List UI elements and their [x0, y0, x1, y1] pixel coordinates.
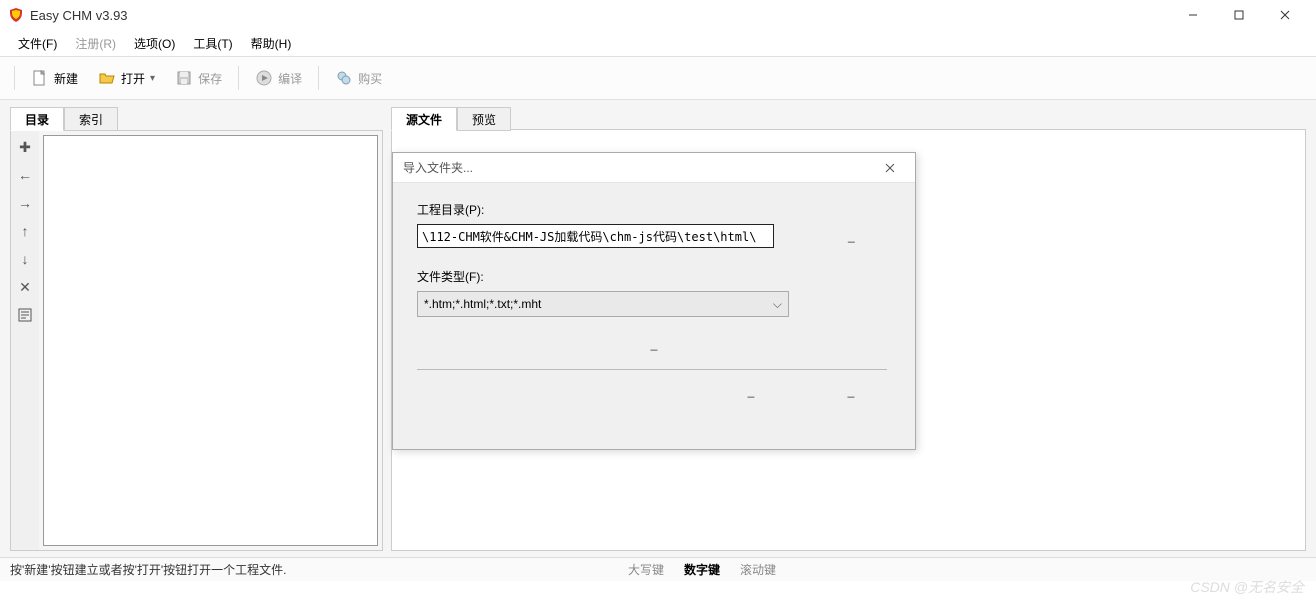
- menu-register[interactable]: 注册(R): [67, 32, 124, 55]
- open-folder-icon: [98, 69, 116, 87]
- delete-icon[interactable]: ✕: [15, 277, 35, 297]
- compile-play-icon: [255, 69, 273, 87]
- dialog-titlebar[interactable]: 导入文件夹...: [393, 153, 915, 183]
- include-subdir-checkbox[interactable]: _: [417, 337, 891, 351]
- compile-button[interactable]: 编译: [247, 64, 310, 92]
- left-panel: 目录 索引 ✚ ← → ↑ ↓ ✕: [10, 106, 383, 551]
- project-dir-label: 工程目录(P):: [417, 201, 891, 218]
- window-titlebar: Easy CHM v3.93: [0, 0, 1316, 30]
- dialog-separator: [417, 369, 887, 370]
- left-tabs: 目录 索引: [10, 106, 383, 130]
- arrow-left-icon[interactable]: ←: [15, 165, 35, 185]
- status-hint: 按'新建'按钮建立或者按'打开'按钮打开一个工程文件.: [10, 561, 618, 578]
- browse-button[interactable]: _: [812, 229, 891, 243]
- new-file-icon: [31, 69, 49, 87]
- menu-options[interactable]: 选项(O): [126, 32, 183, 55]
- window-minimize-button[interactable]: [1170, 0, 1216, 30]
- buy-button[interactable]: 购买: [327, 64, 390, 92]
- dropdown-arrow-icon[interactable]: ▾: [150, 73, 155, 84]
- filetype-label: 文件类型(F):: [417, 268, 891, 285]
- scrolllock-indicator: 滚动键: [730, 561, 786, 578]
- buy-button-label: 购买: [358, 70, 382, 87]
- right-tabs: 源文件 预览: [391, 106, 1306, 130]
- new-button-label: 新建: [54, 70, 78, 87]
- toc-tree[interactable]: [43, 135, 378, 546]
- window-title: Easy CHM v3.93: [30, 8, 1170, 23]
- new-button[interactable]: 新建: [23, 64, 86, 92]
- window-maximize-button[interactable]: [1216, 0, 1262, 30]
- toolbar-separator: [238, 66, 239, 90]
- filetype-value: *.htm;*.html;*.txt;*.mht: [424, 297, 541, 311]
- dialog-title: 导入文件夹...: [403, 159, 875, 176]
- capslock-indicator: 大写键: [618, 561, 674, 578]
- menu-tools[interactable]: 工具(T): [185, 32, 240, 55]
- buy-cart-icon: [335, 69, 353, 87]
- toolbar-separator: [14, 66, 15, 90]
- statusbar: 按'新建'按钮建立或者按'打开'按钮打开一个工程文件. 大写键 数字键 滚动键: [0, 557, 1316, 581]
- tab-source[interactable]: 源文件: [391, 107, 457, 131]
- menu-help[interactable]: 帮助(H): [243, 32, 300, 55]
- properties-icon[interactable]: [15, 305, 35, 325]
- toolbar: 新建 打开 ▾ 保存 编译 购买: [0, 56, 1316, 100]
- menu-file[interactable]: 文件(F): [10, 32, 65, 55]
- arrow-right-icon[interactable]: →: [15, 193, 35, 213]
- filetype-combo[interactable]: *.htm;*.html;*.txt;*.mht ⌵: [417, 291, 789, 317]
- menubar: 文件(F) 注册(R) 选项(O) 工具(T) 帮助(H): [0, 30, 1316, 56]
- app-icon: [8, 7, 24, 23]
- project-dir-input[interactable]: [417, 224, 774, 248]
- left-panel-body: ✚ ← → ↑ ↓ ✕: [10, 130, 383, 551]
- open-button-label: 打开: [121, 70, 145, 87]
- arrow-up-icon[interactable]: ↑: [15, 221, 35, 241]
- tab-index[interactable]: 索引: [64, 107, 118, 131]
- open-button[interactable]: 打开 ▾: [90, 64, 163, 92]
- tab-preview[interactable]: 预览: [457, 107, 511, 131]
- chevron-down-icon: ⌵: [773, 297, 782, 312]
- arrow-down-icon[interactable]: ↓: [15, 249, 35, 269]
- dialog-close-button[interactable]: [875, 154, 905, 182]
- side-toolbar: ✚ ← → ↑ ↓ ✕: [11, 131, 39, 550]
- tab-toc[interactable]: 目录: [10, 107, 64, 131]
- toolbar-separator: [318, 66, 319, 90]
- save-button[interactable]: 保存: [167, 64, 230, 92]
- import-folder-dialog: 导入文件夹... 工程目录(P): _ 文件类型(F): *.htm;*.htm…: [392, 152, 916, 450]
- ok-button[interactable]: _: [721, 384, 781, 398]
- window-close-button[interactable]: [1262, 0, 1308, 30]
- dialog-body: 工程目录(P): _ 文件类型(F): *.htm;*.html;*.txt;*…: [393, 183, 915, 416]
- save-button-label: 保存: [198, 70, 222, 87]
- numlock-indicator: 数字键: [674, 561, 730, 578]
- cancel-button[interactable]: _: [821, 384, 881, 398]
- compile-button-label: 编译: [278, 70, 302, 87]
- add-icon[interactable]: ✚: [15, 137, 35, 157]
- save-disk-icon: [175, 69, 193, 87]
- watermark: CSDN @无名安全: [1190, 577, 1304, 597]
